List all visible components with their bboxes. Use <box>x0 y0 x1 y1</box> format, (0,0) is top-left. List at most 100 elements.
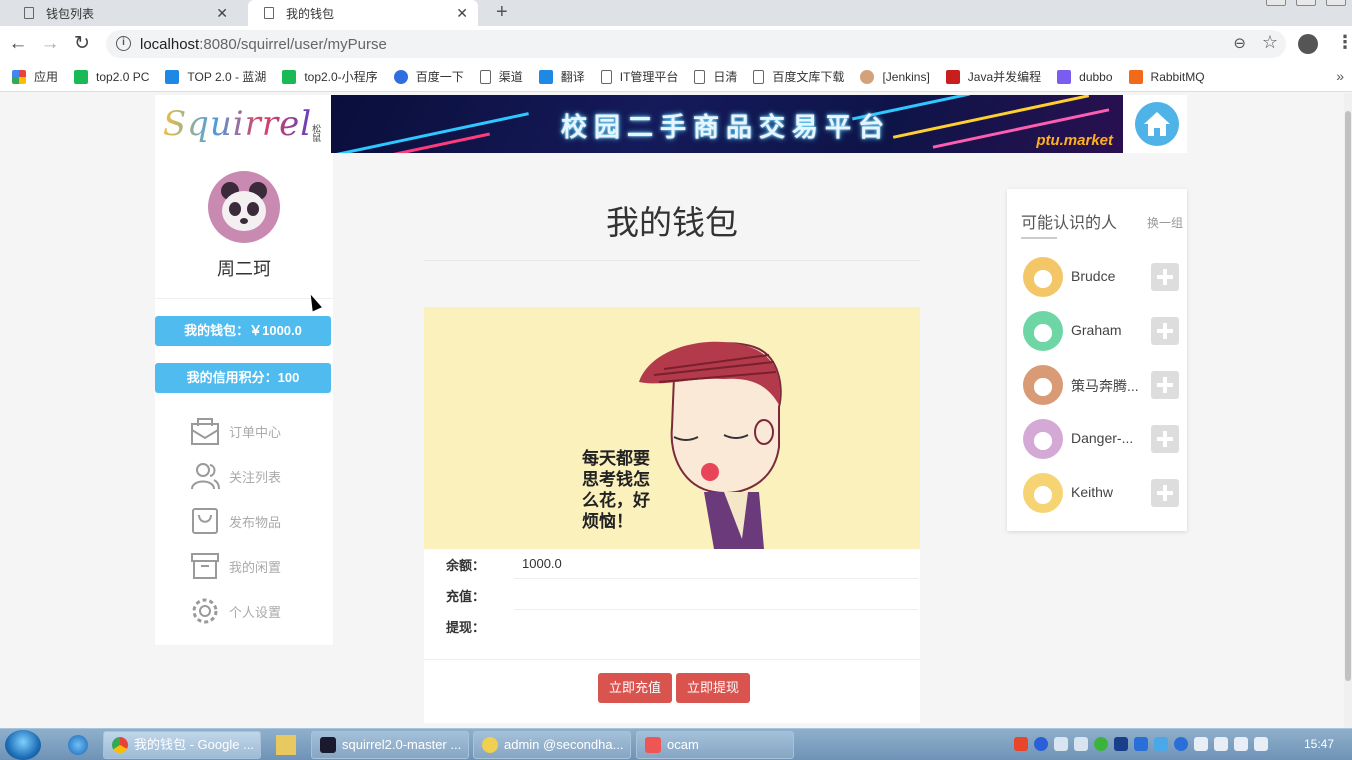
maximize-window-button[interactable] <box>1296 0 1316 6</box>
cat-avatar-icon[interactable] <box>1023 473 1063 513</box>
bookmark-miniprogram[interactable]: top2.0-小程序 <box>282 68 378 85</box>
koala-avatar-icon[interactable] <box>1023 419 1063 459</box>
sidebar-item-idle-items[interactable]: 我的闲置 <box>190 551 281 581</box>
sogou-icon[interactable] <box>1014 737 1028 751</box>
swap-group-link[interactable]: 换一组 <box>1147 214 1183 231</box>
folder-icon[interactable] <box>276 735 296 755</box>
bookmark-baidu[interactable]: 百度一下 <box>393 68 464 85</box>
new-tab-button[interactable]: + <box>496 0 508 26</box>
bookmark-channel[interactable]: 渠道 <box>479 68 523 85</box>
bookmark-java-concurrency[interactable]: Java并发编程 <box>945 68 1041 85</box>
withdraw-now-button[interactable]: 立即提现 <box>676 673 751 703</box>
close-window-button[interactable] <box>1326 0 1346 6</box>
clipboard-icon[interactable] <box>1194 737 1208 751</box>
pug-avatar-icon[interactable] <box>1023 311 1063 351</box>
bookmark-wenku[interactable]: 百度文库下载 <box>753 68 844 85</box>
start-menu-button[interactable] <box>5 730 41 760</box>
volume-icon[interactable] <box>1254 737 1268 751</box>
person-name[interactable]: Graham <box>1071 322 1147 338</box>
baidu-paw-icon <box>393 69 408 84</box>
wallet-illustration: 每天都要 思考钱怎 么花，好 烦恼！ <box>424 307 920 549</box>
window-controls <box>1266 0 1346 6</box>
withdraw-input[interactable] <box>514 611 918 641</box>
sidebar-item-settings[interactable]: 个人设置 <box>190 596 281 626</box>
wallet-button[interactable]: 我的钱包：￥1000.0 <box>155 316 331 346</box>
lanhu-icon <box>165 69 180 84</box>
thunder-icon[interactable] <box>1154 737 1168 751</box>
person-name[interactable]: Danger-... <box>1071 430 1147 446</box>
bookmark-apps[interactable]: 应用 <box>12 68 58 85</box>
reload-icon[interactable]: ↻ <box>70 32 94 56</box>
bookmark-dubbo[interactable]: dubbo <box>1057 69 1113 84</box>
bookmark-label: 应用 <box>34 70 59 84</box>
site-info-icon[interactable]: i <box>116 36 131 51</box>
taskbar-clock[interactable]: 15:47 <box>1304 737 1334 751</box>
browser-menu-icon[interactable]: ⋮ <box>1336 32 1352 53</box>
bookmark-rabbitmq[interactable]: RabbitMQ <box>1128 69 1205 84</box>
sidebar-item-orders[interactable]: 订单中心 <box>190 416 281 446</box>
taskbar-task-idea[interactable]: squirrel2.0-master ... <box>311 731 469 759</box>
bookmark-lanhu[interactable]: TOP 2.0 - 蓝湖 <box>165 68 266 85</box>
add-friend-button[interactable] <box>1151 425 1179 453</box>
more-bookmarks-icon[interactable]: » <box>1336 68 1344 84</box>
play-icon <box>74 69 89 84</box>
show-hidden-icon[interactable] <box>1074 737 1088 751</box>
ocam-icon <box>645 737 661 753</box>
add-friend-button[interactable] <box>1151 479 1179 507</box>
bookmark-label: 渠道 <box>498 70 523 84</box>
task-label: ocam <box>667 737 699 752</box>
bookmark-top2-pc[interactable]: top2.0 PC <box>74 69 149 84</box>
person-name[interactable]: Keithw <box>1071 484 1147 500</box>
profile-avatar-icon[interactable] <box>1298 34 1318 54</box>
bookmark-it-platform[interactable]: IT管理平台 <box>600 68 678 85</box>
recharge-now-button[interactable]: 立即充值 <box>598 673 673 703</box>
credit-score-button[interactable]: 我的信用积分：100 <box>155 363 331 393</box>
owl-avatar-icon[interactable] <box>1023 257 1063 297</box>
signal-icon[interactable] <box>1234 737 1248 751</box>
bookmark-translate[interactable]: 翻译 <box>538 68 585 85</box>
home-button[interactable] <box>1135 102 1179 146</box>
help-icon[interactable] <box>1034 737 1048 751</box>
archive-icon <box>191 553 219 579</box>
browser-tab-my-wallet[interactable]: 我的钱包 ✕ <box>248 0 478 26</box>
taskbar-task-navicat[interactable]: admin @secondha... <box>473 731 631 759</box>
back-arrow-icon[interactable]: ← <box>6 32 30 56</box>
close-tab-icon[interactable]: ✕ <box>456 5 468 22</box>
recharge-input[interactable] <box>514 580 918 610</box>
person-name[interactable]: Brudce <box>1071 268 1147 284</box>
add-friend-button[interactable] <box>1151 371 1179 399</box>
avatar[interactable] <box>208 171 280 243</box>
lion-avatar-icon[interactable] <box>1023 365 1063 405</box>
wechat-icon[interactable] <box>1094 737 1108 751</box>
taskbar-task-ocam[interactable]: ocam <box>636 731 794 759</box>
internet-explorer-icon[interactable] <box>68 735 88 755</box>
person-name[interactable]: 策马奔腾... <box>1071 376 1147 396</box>
forward-arrow-icon[interactable]: → <box>38 32 62 56</box>
minimize-window-button[interactable] <box>1266 0 1286 6</box>
zoom-icon[interactable]: ⊖ <box>1233 34 1246 52</box>
page-scrollbar[interactable] <box>1344 93 1352 728</box>
close-tab-icon[interactable]: ✕ <box>216 5 228 22</box>
sidebar-item-publish[interactable]: 发布物品 <box>190 506 281 536</box>
url-text[interactable]: localhost:8080/squirrel/user/myPurse <box>140 36 387 53</box>
bookmark-star-icon[interactable]: ☆ <box>1262 32 1278 53</box>
url-host: localhost <box>140 36 200 53</box>
shield-icon[interactable] <box>1134 737 1148 751</box>
scrollbar-thumb[interactable] <box>1345 111 1351 681</box>
add-friend-button[interactable] <box>1151 263 1179 291</box>
keyboard-icon[interactable] <box>1214 737 1228 751</box>
list-item: Keithw <box>1023 473 1183 513</box>
sync-icon[interactable] <box>1174 737 1188 751</box>
bookmark-daily[interactable]: 日清 <box>694 68 737 85</box>
bluetooth-icon[interactable] <box>1114 737 1128 751</box>
network-icon[interactable] <box>1054 737 1068 751</box>
add-friend-button[interactable] <box>1151 317 1179 345</box>
address-bar[interactable]: i localhost:8080/squirrel/user/myPurse ⊖… <box>106 30 1286 58</box>
browser-tab-wallet-list[interactable]: 钱包列表 ✕ <box>8 0 238 26</box>
divider <box>424 659 920 660</box>
bookmark-jenkins[interactable]: [Jenkins] <box>860 69 930 84</box>
sidebar-item-following[interactable]: 关注列表 <box>190 461 281 491</box>
taskbar-task-chrome[interactable]: 我的钱包 - Google ... <box>103 731 261 759</box>
bookmark-label: top2.0-小程序 <box>304 70 378 84</box>
site-logo[interactable]: Squirrel 松鼠 <box>155 95 331 153</box>
